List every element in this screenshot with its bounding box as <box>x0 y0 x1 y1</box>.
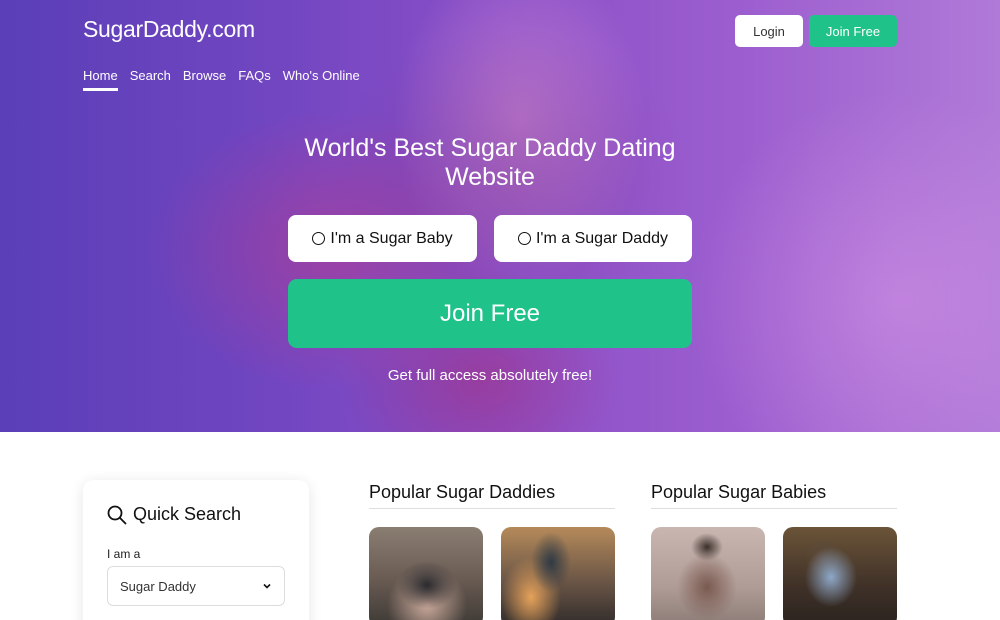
quick-search-title: Quick Search <box>107 504 241 525</box>
nav-item-whos-online[interactable]: Who's Online <box>283 68 360 91</box>
hero-headline: World's Best Sugar Daddy Dating Website <box>250 134 730 192</box>
sugar-daddy-profile-photo[interactable] <box>369 527 483 620</box>
chevron-down-icon <box>263 583 271 589</box>
role-label-sugar-baby: I'm a Sugar Baby <box>330 229 453 247</box>
divider <box>369 508 615 509</box>
search-icon <box>107 505 127 524</box>
radio-icon <box>517 232 531 245</box>
i-am-a-selected-value: Sugar Daddy <box>120 578 196 594</box>
role-option-sugar-daddy[interactable]: I'm a Sugar Daddy <box>494 215 692 262</box>
divider <box>651 508 897 509</box>
popular-sugar-daddies-title: Popular Sugar Daddies <box>369 482 556 502</box>
quick-search-title-text: Quick Search <box>133 504 242 524</box>
i-am-a-label: I am a <box>107 547 141 561</box>
hero-tagline: Get full access absolutely free! <box>387 367 593 384</box>
nav-item-faqs[interactable]: FAQs <box>238 68 271 91</box>
join-free-top-button[interactable]: Join Free <box>809 15 897 47</box>
login-button[interactable]: Login <box>735 15 803 47</box>
sugar-daddy-profile-photo[interactable] <box>501 527 615 620</box>
i-am-a-select[interactable]: Sugar Daddy <box>107 566 285 606</box>
role-label-sugar-daddy: I'm a Sugar Daddy <box>535 229 668 247</box>
radio-icon <box>312 232 326 245</box>
headline-line-1: World's Best Sugar Daddy Dating <box>304 134 676 162</box>
join-free-main-button[interactable]: Join Free <box>288 279 692 348</box>
headline-line-2: Website <box>445 163 535 191</box>
site-logo[interactable]: SugarDaddy.com <box>83 16 255 43</box>
hero-section: SugarDaddy.com Login Join Free Home Sear… <box>0 0 1000 432</box>
nav-item-home[interactable]: Home <box>83 68 118 91</box>
sugar-baby-profile-photo[interactable] <box>651 527 765 620</box>
logo-suffix: .com <box>206 16 255 42</box>
nav-item-search[interactable]: Search <box>130 68 171 91</box>
role-option-sugar-baby[interactable]: I'm a Sugar Baby <box>288 215 477 262</box>
quick-search-card: Quick Search I am a Sugar Daddy <box>83 480 309 620</box>
popular-sugar-babies-title: Popular Sugar Babies <box>651 482 827 502</box>
logo-main: SugarDaddy <box>83 16 207 42</box>
nav-item-browse[interactable]: Browse <box>183 68 226 91</box>
sugar-baby-profile-photo[interactable] <box>783 527 897 620</box>
main-nav: Home Search Browse FAQs Who's Online <box>83 68 360 91</box>
